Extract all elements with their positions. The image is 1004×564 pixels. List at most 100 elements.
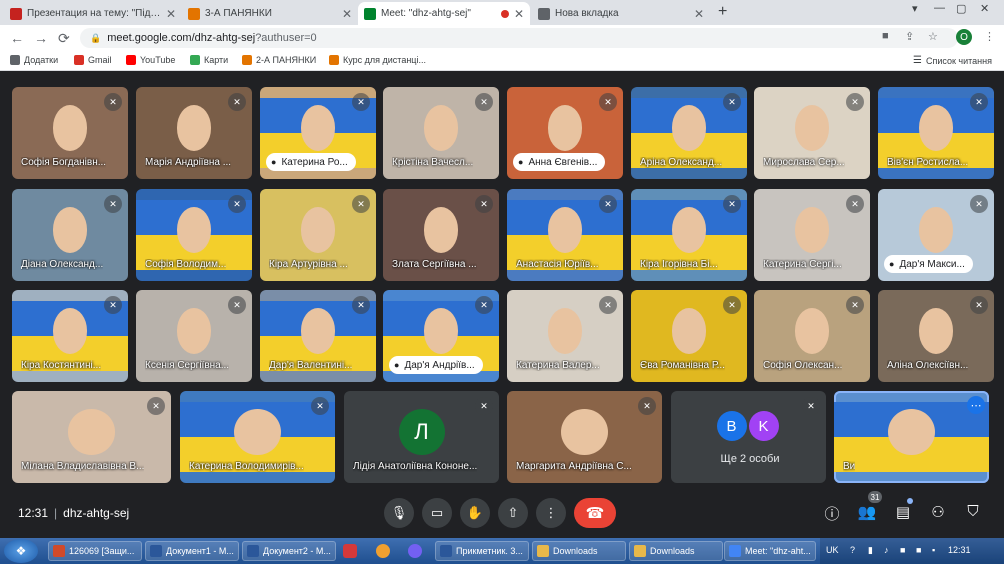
tab-close-icon[interactable]: ✕ xyxy=(166,7,176,21)
participant-tile[interactable]: ✕ Злата Сергіївна ... xyxy=(383,189,499,281)
taskbar-button[interactable]: Прикметник. 3... xyxy=(435,541,529,561)
participant-tile[interactable]: ✕ Катерина Сергі... xyxy=(754,189,870,281)
new-tab-button[interactable]: + xyxy=(718,3,727,21)
star-icon[interactable]: ☆ xyxy=(928,30,938,43)
participant-tile[interactable]: ✕ Софія Олексан... xyxy=(754,290,870,382)
participant-tile[interactable]: ✕ Катерина Володимирів... xyxy=(180,391,335,483)
self-video-tile[interactable]: ⋯ Ви xyxy=(834,391,989,483)
participant-tile[interactable]: ✕ Дар'я Валентині... xyxy=(260,290,376,382)
camera-button[interactable]: ▭ xyxy=(422,498,452,528)
bookmark-item[interactable]: YouTube xyxy=(126,55,175,65)
participant-tile[interactable]: ✕ Єва Романівна Р... xyxy=(631,290,747,382)
reading-list[interactable]: ☰ Список читання xyxy=(913,55,992,66)
url-field[interactable]: 🔒 meet.google.com/dhz-ahtg-sej?authuser=… xyxy=(80,28,958,48)
people-icon[interactable]: 👥 xyxy=(857,503,877,521)
browser-tab[interactable]: Презентация на тему: "Підготу ✕ xyxy=(4,2,182,25)
browser-tab[interactable]: 3-А ПАНЯНКИ ✕ xyxy=(182,2,358,25)
help-icon[interactable]: ? xyxy=(850,545,855,555)
taskbar-button[interactable]: Документ2 - М... xyxy=(242,541,336,561)
participant-tile[interactable]: ✕ Діана Олександ... xyxy=(12,189,128,281)
participant-tile[interactable]: Л ✕ Лідія Анатоліївна Кононе... xyxy=(344,391,499,483)
participant-tile[interactable]: ✕ ● Дар'я Андріїв... xyxy=(383,290,499,382)
taskbar-button[interactable]: 126069 [Защи... xyxy=(48,541,142,561)
more-options-button[interactable]: ⋮ xyxy=(536,498,566,528)
chrome-menu-icon[interactable]: ⋮ xyxy=(984,30,995,43)
taskbar-button[interactable]: Downloads xyxy=(629,541,723,561)
participant-tile[interactable]: ✕ Ксенія Сергіївна... xyxy=(136,290,252,382)
bookmark-item[interactable]: Карти xyxy=(190,55,228,65)
browser-tab[interactable]: Нова вкладка ✕ xyxy=(532,2,710,25)
info-icon[interactable]: ⓘ xyxy=(822,503,842,524)
microphone-button[interactable]: 🎙 xyxy=(384,498,414,528)
shield-icon[interactable]: ⛉ xyxy=(963,503,983,520)
tray-app-icon-2[interactable]: ■ xyxy=(916,545,921,555)
participant-video xyxy=(52,207,88,254)
tab-close-icon[interactable]: ✕ xyxy=(694,7,704,21)
volume-icon[interactable]: ♪ xyxy=(884,545,889,555)
participant-tile[interactable]: ✕ Софія Володим... xyxy=(136,189,252,281)
participant-tile[interactable]: ✕ Маргарита Андріївна С... xyxy=(507,391,662,483)
participant-tile[interactable]: ✕ Марія Андріївна ... xyxy=(136,87,252,179)
tab-close-icon[interactable]: ✕ xyxy=(342,7,352,21)
bookmark-item[interactable]: 2-А ПАНЯНКИ xyxy=(242,55,316,65)
browser-tab[interactable]: Meet: "dhz-ahtg-sej" ✕ xyxy=(358,2,530,25)
participant-avatar: K xyxy=(748,411,779,441)
network-icon[interactable]: ▮ xyxy=(868,545,873,556)
meeting-code: dhz-ahtg-sej xyxy=(63,506,130,520)
taskbar-button[interactable]: Meet: "dhz-aht... xyxy=(724,541,816,561)
viber-icon[interactable] xyxy=(408,544,422,558)
bookmark-label: Курс для дистанці... xyxy=(343,55,426,65)
participant-tile[interactable]: B K Ще 2 особи ✕ xyxy=(671,391,826,483)
forward-icon[interactable]: → xyxy=(34,30,48,46)
participant-tile[interactable]: ✕ Анастасія Юріїв... xyxy=(507,189,623,281)
tab-search-icon[interactable]: ▾ xyxy=(912,2,918,15)
bookmark-item[interactable]: Курс для дистанці... xyxy=(329,55,426,65)
tile-options-button[interactable]: ⋯ xyxy=(967,396,985,414)
participant-tile[interactable]: ✕ Аріна Олександ... xyxy=(631,87,747,179)
participant-tile[interactable]: ✕ Кіра Костянтині... xyxy=(12,290,128,382)
participant-tile[interactable]: ✕ Аліна Олексіївн... xyxy=(878,290,994,382)
tray-app-icon[interactable]: ■ xyxy=(900,545,905,555)
present-button[interactable]: ⇧ xyxy=(498,498,528,528)
participant-name: Мілана Владиславівна В... xyxy=(21,461,145,472)
participant-tile[interactable]: ✕ Софія Богданівн... xyxy=(12,87,128,179)
participant-tile[interactable]: ✕ Катерина Валер... xyxy=(507,290,623,382)
participant-tile[interactable]: ✕ Мілана Владиславівна В... xyxy=(12,391,171,483)
back-icon[interactable]: ← xyxy=(10,30,24,46)
opera-icon[interactable] xyxy=(376,544,390,558)
taskbar-button[interactable]: Документ1 - М... xyxy=(145,541,239,561)
tab-close-icon[interactable]: ✕ xyxy=(514,7,524,21)
taskbar-button[interactable]: Downloads xyxy=(532,541,626,561)
participant-name: Анна Євгенів... xyxy=(528,156,598,168)
window-close-icon[interactable]: ✕ xyxy=(980,2,989,15)
bookmark-icon xyxy=(74,55,84,65)
participant-tile[interactable]: ✕ ● Дар'я Макси... xyxy=(878,189,994,281)
participant-name: Маргарита Андріївна С... xyxy=(516,461,632,472)
raise-hand-button[interactable]: ✋ xyxy=(460,498,490,528)
language-indicator[interactable]: UK xyxy=(826,545,839,555)
minimize-icon[interactable]: — xyxy=(934,2,945,14)
participant-tile[interactable]: ✕ ● Катерина Ро... xyxy=(260,87,376,179)
app-icon-red[interactable] xyxy=(343,544,357,558)
bookmark-item[interactable]: Gmail xyxy=(74,55,112,65)
participant-tile[interactable]: ✕ Мирослава Сер... xyxy=(754,87,870,179)
participant-tile[interactable]: ✕ Вів'єн Ростисла... xyxy=(878,87,994,179)
start-button[interactable]: ❖ xyxy=(4,539,38,563)
leave-call-button[interactable]: ☎ xyxy=(574,498,616,528)
profile-avatar[interactable]: O xyxy=(956,29,972,45)
participant-tile[interactable]: ✕ Крістіна Вачесл... xyxy=(383,87,499,179)
bookmark-label: Додатки xyxy=(24,55,59,65)
share-icon[interactable]: ⇪ xyxy=(905,30,914,43)
chat-icon[interactable]: ▤ xyxy=(893,503,913,521)
bookmark-item[interactable]: Додатки xyxy=(10,55,58,65)
participant-tile[interactable]: ✕ ● Анна Євгенів... xyxy=(507,87,623,179)
camera-icon[interactable]: ■ xyxy=(882,30,889,42)
tray-app-icon-3[interactable]: ▪ xyxy=(932,545,935,555)
clock: 12:31 xyxy=(948,545,971,555)
participant-tile[interactable]: ✕ Кіра Артурівна ... xyxy=(260,189,376,281)
participant-name: Вів'єн Ростисла... xyxy=(887,157,969,168)
activities-icon[interactable]: ⚇ xyxy=(928,503,948,521)
maximize-icon[interactable]: ▢ xyxy=(956,2,966,15)
participant-tile[interactable]: ✕ Кіра Ігорівна Бі... xyxy=(631,189,747,281)
reload-icon[interactable]: ⟳ xyxy=(58,30,70,47)
